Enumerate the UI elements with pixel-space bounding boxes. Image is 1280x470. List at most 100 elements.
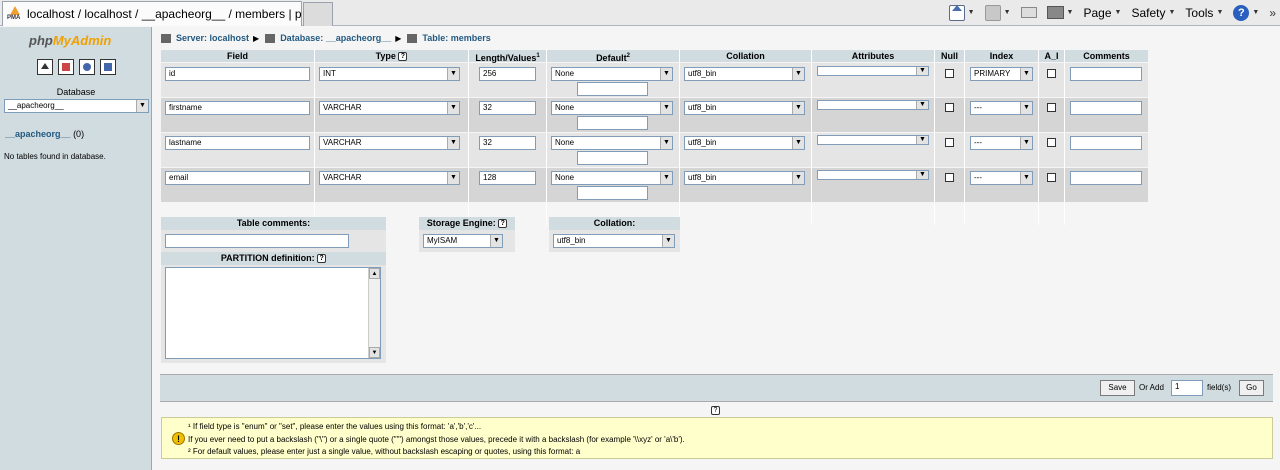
storage-engine-label: Storage Engine: ? <box>419 217 515 230</box>
mail-button[interactable] <box>1020 7 1037 18</box>
help-icon[interactable]: ? <box>711 406 720 415</box>
index-select[interactable]: --- ▼ <box>970 101 1033 115</box>
chevron-down-icon: ▼ <box>136 100 148 112</box>
storage-engine-select[interactable]: MyISAM ▼ <box>423 234 503 248</box>
rss-icon <box>984 4 1001 21</box>
length-input[interactable]: 32 <box>479 136 536 150</box>
field-name-input[interactable]: email <box>165 171 310 185</box>
browser-toolbar: PMA localhost / localhost / __apacheorg_… <box>0 0 1280 26</box>
database-label: Database <box>56 87 96 97</box>
attributes-select[interactable]: ▼ <box>817 135 929 145</box>
comments-input[interactable] <box>1070 67 1142 81</box>
storage-engine-value: MyISAM <box>427 236 458 245</box>
comments-input[interactable] <box>1070 136 1142 150</box>
chevron-down-icon: ▼ <box>662 235 674 247</box>
help-icon[interactable]: ? <box>398 52 408 62</box>
home-icon[interactable] <box>37 59 53 75</box>
default-value-input[interactable] <box>577 186 648 200</box>
default-value-input[interactable] <box>577 151 648 165</box>
chevron-down-icon: ▼ <box>1168 9 1176 16</box>
chevron-down-icon: ▼ <box>916 101 928 109</box>
null-checkbox[interactable] <box>945 138 954 147</box>
phpmyadmin-logo[interactable]: phpMyAdmin <box>29 33 111 48</box>
scroll-down-icon[interactable]: ▼ <box>369 347 380 358</box>
default-select[interactable]: None ▼ <box>551 67 673 81</box>
new-tab-button[interactable] <box>303 2 333 26</box>
safety-menu[interactable]: Safety ▼ <box>1131 6 1175 20</box>
field-name-input[interactable]: lastname <box>165 136 310 150</box>
index-select-value: --- <box>974 103 982 112</box>
print-button[interactable]: ▼ <box>1046 6 1073 19</box>
table-collation-select[interactable]: utf8_bin ▼ <box>553 234 675 248</box>
tools-menu[interactable]: Tools ▼ <box>1185 6 1223 20</box>
default-select[interactable]: None ▼ <box>551 101 673 115</box>
breadcrumb-table[interactable]: Table: members <box>422 33 490 43</box>
type-select[interactable]: VARCHAR ▼ <box>319 101 460 115</box>
index-select[interactable]: PRIMARY ▼ <box>970 67 1033 81</box>
index-select[interactable]: --- ▼ <box>970 136 1033 150</box>
column-divider <box>964 50 965 225</box>
breadcrumb-server[interactable]: Server: localhost <box>176 33 249 43</box>
add-fields-count-input[interactable]: 1 <box>1171 380 1203 396</box>
scrollbar[interactable]: ▲ ▼ <box>368 268 380 358</box>
mysql-docs-icon[interactable] <box>100 59 116 75</box>
length-input[interactable]: 256 <box>479 67 536 81</box>
type-select[interactable]: INT ▼ <box>319 67 460 81</box>
default-select[interactable]: None ▼ <box>551 136 673 150</box>
partition-textarea[interactable]: ▲ ▼ <box>165 267 381 359</box>
database-link[interactable]: __apacheorg__ (0) <box>5 129 84 139</box>
collation-select[interactable]: utf8_bin ▼ <box>684 67 805 81</box>
home-button[interactable]: ▼ <box>948 4 975 21</box>
type-select[interactable]: VARCHAR ▼ <box>319 136 460 150</box>
null-checkbox[interactable] <box>945 69 954 78</box>
index-select-value: --- <box>974 138 982 147</box>
table-icon <box>407 33 418 43</box>
index-select[interactable]: --- ▼ <box>970 171 1033 185</box>
more-commands-icon[interactable]: » <box>1269 6 1276 20</box>
go-button[interactable]: Go <box>1239 380 1264 396</box>
collation-select[interactable]: utf8_bin ▼ <box>684 136 805 150</box>
save-button[interactable]: Save <box>1100 380 1135 396</box>
feeds-button[interactable]: ▼ <box>984 4 1011 21</box>
page-menu[interactable]: Page ▼ <box>1083 6 1121 20</box>
chevron-down-icon: ▼ <box>447 137 459 149</box>
attributes-select[interactable]: ▼ <box>817 170 929 180</box>
auto-increment-checkbox[interactable] <box>1047 138 1056 147</box>
browser-tab-active[interactable]: PMA localhost / localhost / __apacheorg_… <box>2 1 302 26</box>
auto-increment-checkbox[interactable] <box>1047 69 1056 78</box>
chevron-down-icon: ▼ <box>447 68 459 80</box>
table-comments-input[interactable] <box>165 234 349 248</box>
breadcrumb-database[interactable]: Database: __apacheorg__ <box>280 33 391 43</box>
header-length-label: Length/Values <box>475 53 537 63</box>
query-window-icon[interactable] <box>58 59 74 75</box>
database-select[interactable]: __apacheorg__ ▼ <box>4 99 149 113</box>
help-menu[interactable]: ? ▼ <box>1233 4 1259 21</box>
comments-input[interactable] <box>1070 171 1142 185</box>
comments-input[interactable] <box>1070 101 1142 115</box>
breadcrumb: Server: localhost ▶ Database: __apacheor… <box>161 33 495 43</box>
safety-menu-label: Safety <box>1131 5 1166 20</box>
type-select[interactable]: VARCHAR ▼ <box>319 171 460 185</box>
field-name-input[interactable]: id <box>165 67 310 81</box>
default-value-input[interactable] <box>577 116 648 130</box>
header-default: Default2 <box>547 50 679 63</box>
collation-select[interactable]: utf8_bin ▼ <box>684 101 805 115</box>
attributes-select[interactable]: ▼ <box>817 100 929 110</box>
chevron-down-icon: ▼ <box>660 68 672 80</box>
auto-increment-checkbox[interactable] <box>1047 103 1056 112</box>
help-icon[interactable]: ? <box>498 219 508 229</box>
length-input[interactable]: 32 <box>479 101 536 115</box>
auto-increment-checkbox[interactable] <box>1047 173 1056 182</box>
server-icon <box>161 33 171 43</box>
attributes-select[interactable]: ▼ <box>817 66 929 76</box>
scroll-up-icon[interactable]: ▲ <box>369 268 380 279</box>
length-input[interactable]: 128 <box>479 171 536 185</box>
default-select[interactable]: None ▼ <box>551 171 673 185</box>
help-icon[interactable]: ? <box>317 254 327 264</box>
documentation-icon[interactable] <box>79 59 95 75</box>
default-value-input[interactable] <box>577 82 648 96</box>
null-checkbox[interactable] <box>945 103 954 112</box>
null-checkbox[interactable] <box>945 173 954 182</box>
collation-select[interactable]: utf8_bin ▼ <box>684 171 805 185</box>
field-name-input[interactable]: firstname <box>165 101 310 115</box>
